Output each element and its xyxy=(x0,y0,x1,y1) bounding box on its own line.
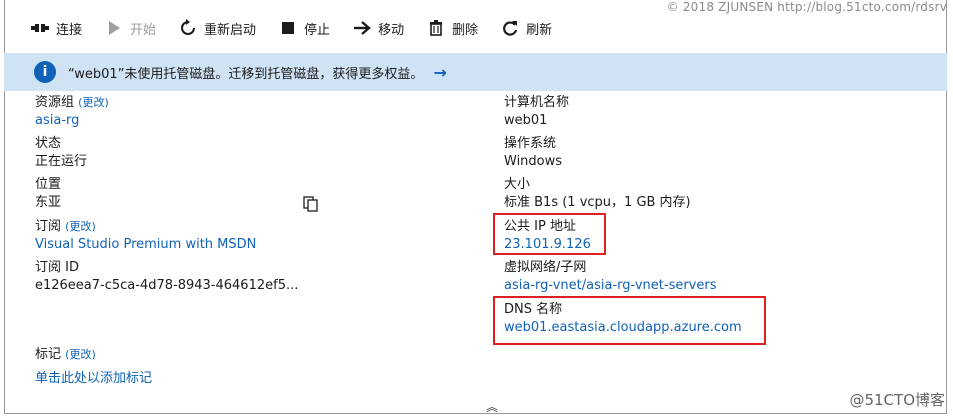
restart-button[interactable]: 重新启动 xyxy=(178,18,256,38)
vnet-value[interactable]: asia-rg-vnet/asia-rg-vnet-servers xyxy=(504,277,717,295)
size-value: 标准 B1s (1 vcpu，1 GB 内存) xyxy=(504,195,691,210)
location-value: 东亚 xyxy=(35,195,62,210)
refresh-label: 刷新 xyxy=(526,22,553,38)
managed-disk-banner[interactable]: i “web01”未使用托管磁盘。迁移到托管磁盘，获得更多权益。 → xyxy=(4,53,947,91)
move-button[interactable]: 移动 xyxy=(352,18,404,38)
connect-button[interactable]: 连接 xyxy=(30,18,82,38)
computer-name-field: 计算机名称 web01 xyxy=(504,94,569,130)
command-toolbar: 连接 开始 重新启动 停止 移动 删除 刷新 xyxy=(30,14,574,42)
arrow-right-icon[interactable]: → xyxy=(433,63,446,82)
subscription-change-link[interactable]: (更改) xyxy=(65,220,96,233)
resource-group-change-link[interactable]: (更改) xyxy=(78,96,109,109)
size-field: 大小 标准 B1s (1 vcpu，1 GB 内存) xyxy=(504,176,691,212)
location-label: 位置 xyxy=(35,177,62,192)
arrow-right-icon xyxy=(352,18,372,38)
stop-button[interactable]: 停止 xyxy=(278,18,330,38)
play-icon xyxy=(104,18,124,38)
collapse-chevron-icon[interactable]: ︽ xyxy=(486,398,498,415)
subscription-id-value: e126eea7-c5ca-4d78-8943-464612ef5... xyxy=(35,278,299,293)
computer-name-label: 计算机名称 xyxy=(504,95,570,110)
resource-group-label: 资源组 xyxy=(35,95,75,110)
subscription-id-label: 订阅 ID xyxy=(35,260,79,275)
trash-icon xyxy=(426,18,446,38)
tags-label: 标记 xyxy=(35,347,62,362)
os-field: 操作系统 Windows xyxy=(504,135,562,171)
tags-change-link[interactable]: (更改) xyxy=(65,348,96,361)
refresh-button[interactable]: 刷新 xyxy=(500,18,552,38)
refresh-icon xyxy=(500,18,520,38)
move-label: 移动 xyxy=(378,22,405,38)
subscription-value[interactable]: Visual Studio Premium with MSDN xyxy=(35,236,256,254)
info-icon: i xyxy=(34,61,56,83)
subscription-label: 订阅 xyxy=(35,219,62,234)
size-label: 大小 xyxy=(504,177,531,192)
delete-label: 删除 xyxy=(452,22,479,38)
location-field: 位置 东亚 xyxy=(35,176,61,212)
os-label: 操作系统 xyxy=(504,136,557,151)
banner-message: “web01”未使用托管磁盘。迁移到托管磁盘，获得更多权益。 xyxy=(68,66,424,82)
plug-icon xyxy=(30,18,50,38)
vnet-label: 虚拟网络/子网 xyxy=(504,260,587,275)
start-button[interactable]: 开始 xyxy=(104,18,156,38)
dns-highlight xyxy=(493,296,766,345)
computer-name-value: web01 xyxy=(504,113,548,128)
watermark-bottom: @51CTO博客 xyxy=(849,391,945,409)
delete-button[interactable]: 删除 xyxy=(426,18,478,38)
subscription-id-field: 订阅 ID e126eea7-c5ca-4d78-8943-464612ef5.… xyxy=(35,259,298,295)
restart-label: 重新启动 xyxy=(204,22,257,38)
vnet-field: 虚拟网络/子网 asia-rg-vnet/asia-rg-vnet-server… xyxy=(504,259,717,295)
start-label: 开始 xyxy=(130,22,157,38)
restart-icon xyxy=(178,18,198,38)
status-label: 状态 xyxy=(35,136,62,151)
os-value: Windows xyxy=(504,154,563,169)
connect-label: 连接 xyxy=(56,22,83,38)
copy-icon[interactable] xyxy=(303,196,319,212)
add-tags-link[interactable]: 单击此处以添加标记 xyxy=(35,370,152,388)
status-value: 正在运行 xyxy=(35,154,88,169)
resource-group-value[interactable]: asia-rg xyxy=(35,112,109,130)
watermark-top: © 2018 ZJUNSEN http://blog.51cto.com/rds… xyxy=(666,0,947,14)
public-ip-highlight xyxy=(493,213,606,255)
resource-group-field: 资源组 (更改) asia-rg xyxy=(35,94,109,130)
status-field: 状态 正在运行 xyxy=(35,135,87,171)
stop-icon xyxy=(278,18,298,38)
subscription-field: 订阅 (更改) Visual Studio Premium with MSDN xyxy=(35,218,256,254)
stop-label: 停止 xyxy=(304,22,331,38)
tags-field: 标记 (更改) 单击此处以添加标记 xyxy=(35,346,152,388)
